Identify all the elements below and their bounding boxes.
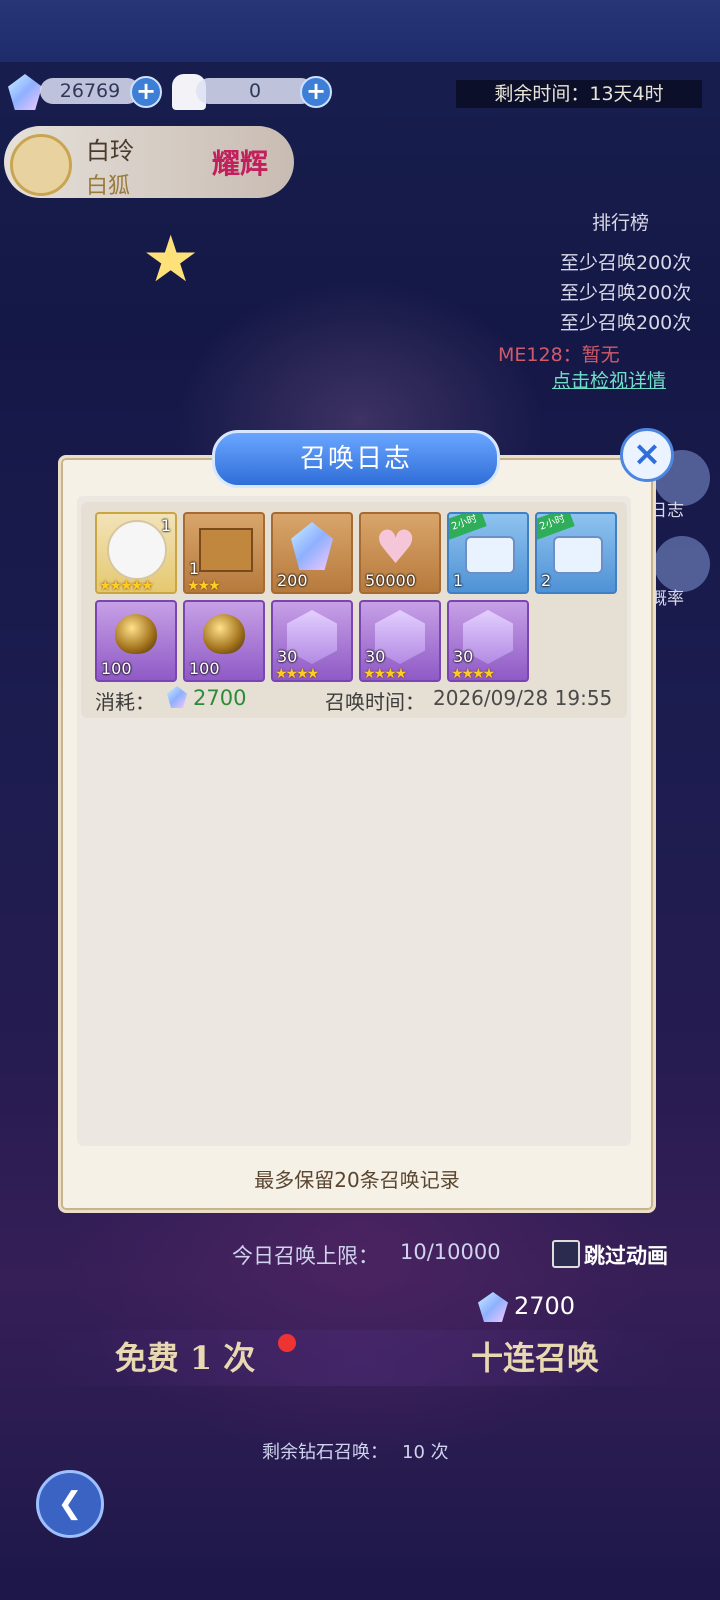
treasure-chest-icon (465, 536, 515, 574)
log-record: 1 ★★★★★ 1 ★★★ 200 ♥ 50000 2小时 1 2小时 2 10… (81, 502, 627, 718)
add-dress-button[interactable]: + (300, 76, 332, 108)
notification-dot (278, 1334, 296, 1352)
item-stars: ★★★★ (451, 666, 495, 682)
reward-item[interactable]: 100 (95, 600, 177, 682)
remaining-diamond-label: 剩余钻石召唤： (262, 1442, 388, 1463)
daily-limit-value: 10/10000 (400, 1240, 501, 1264)
close-icon[interactable]: × (620, 428, 674, 482)
add-gems-button[interactable]: + (130, 76, 162, 108)
item-count: 2 (541, 571, 552, 590)
item-count: 30 (453, 647, 474, 666)
reward-item[interactable]: 2小时 1 (447, 512, 529, 594)
item-stars: ★★★★ (363, 666, 407, 682)
character-name: 白玲 (86, 137, 134, 165)
item-count: 1 (453, 571, 464, 590)
back-button[interactable]: ❮ (36, 1470, 104, 1538)
exp-heart-icon: ♥ (375, 520, 417, 574)
summon-time-label: 召唤时间： (325, 690, 425, 714)
ranking-title[interactable]: 排行榜 (592, 208, 649, 235)
item-count: 1 (160, 516, 171, 535)
reward-item[interactable]: 1 ★★★★★ (95, 512, 177, 594)
gem-icon (8, 74, 42, 110)
item-stars: ★★★★ (275, 666, 319, 682)
record-limit-note: 最多保留20条召唤记录 (254, 1168, 460, 1192)
ranking-row: 至少召唤200次 (560, 252, 692, 274)
log-list: 1 ★★★★★ 1 ★★★ 200 ♥ 50000 2小时 1 2小时 2 10… (77, 496, 631, 1146)
gem-icon (167, 686, 187, 708)
reward-item[interactable]: ♥ 50000 (359, 512, 441, 594)
cost-value: 2700 (193, 686, 247, 710)
ten-pull-cost: 2700 (514, 1292, 576, 1320)
reward-item[interactable]: 1 ★★★ (183, 512, 265, 594)
gem-icon (478, 1292, 508, 1322)
golden-egg-icon (115, 614, 157, 654)
ranking-detail-link[interactable]: 点击检视详情 (552, 366, 666, 393)
mystery-box-icon (199, 528, 253, 572)
modal-title: 召唤日志 (212, 430, 500, 488)
skip-anim-checkbox[interactable] (552, 1240, 580, 1268)
character-portrait-icon (107, 520, 167, 580)
gear-icon[interactable] (10, 134, 72, 196)
dress-count: 0 (196, 78, 314, 104)
summon-log-modal: 1 ★★★★★ 1 ★★★ 200 ♥ 50000 2小时 1 2小时 2 10… (58, 455, 656, 1213)
golden-egg-icon (203, 614, 245, 654)
item-count: 100 (101, 659, 132, 678)
item-count: 30 (277, 647, 298, 666)
remaining-time: 剩余时间：13天4时 (456, 80, 702, 108)
item-count: 200 (277, 571, 308, 590)
treasure-chest-icon (553, 536, 603, 574)
ten-summon-button[interactable]: 十连召唤 (420, 1330, 650, 1386)
gem-count: 26769 (40, 78, 140, 104)
reward-item[interactable]: 30 ★★★★ (359, 600, 441, 682)
character-subtitle: 白狐 (86, 174, 131, 199)
crystal-gem-icon (291, 522, 333, 570)
reward-item[interactable]: 30 ★★★★ (447, 600, 529, 682)
ranking-me: ME128：暂无 (498, 344, 620, 366)
item-count: 100 (189, 659, 220, 678)
cost-label: 消耗： (95, 690, 155, 714)
star-icon: ★ (142, 223, 200, 297)
item-count: 30 (365, 647, 386, 666)
reward-item[interactable]: 30 ★★★★ (271, 600, 353, 682)
summon-time-value: 2026/09/28 19:55 (433, 686, 613, 710)
daily-limit-label: 今日召唤上限： (232, 1244, 379, 1268)
reward-item[interactable]: 100 (183, 600, 265, 682)
rank-badge: 耀辉 (212, 147, 269, 180)
reward-item[interactable]: 200 (271, 512, 353, 594)
item-count: 50000 (365, 571, 416, 590)
item-stars: ★★★★★ (99, 578, 154, 594)
skip-anim-label: 跳过动画 (584, 1244, 668, 1268)
item-stars: ★★★ (187, 578, 221, 594)
free-summon-button[interactable]: 免费 1 次 (80, 1330, 290, 1386)
item-count: 1 (189, 559, 200, 578)
remaining-diamond-value: 10 次 (402, 1442, 449, 1463)
ranking-row: 至少召唤200次 (560, 282, 692, 304)
ranking-row: 至少召唤200次 (560, 312, 692, 334)
reward-item[interactable]: 2小时 2 (535, 512, 617, 594)
